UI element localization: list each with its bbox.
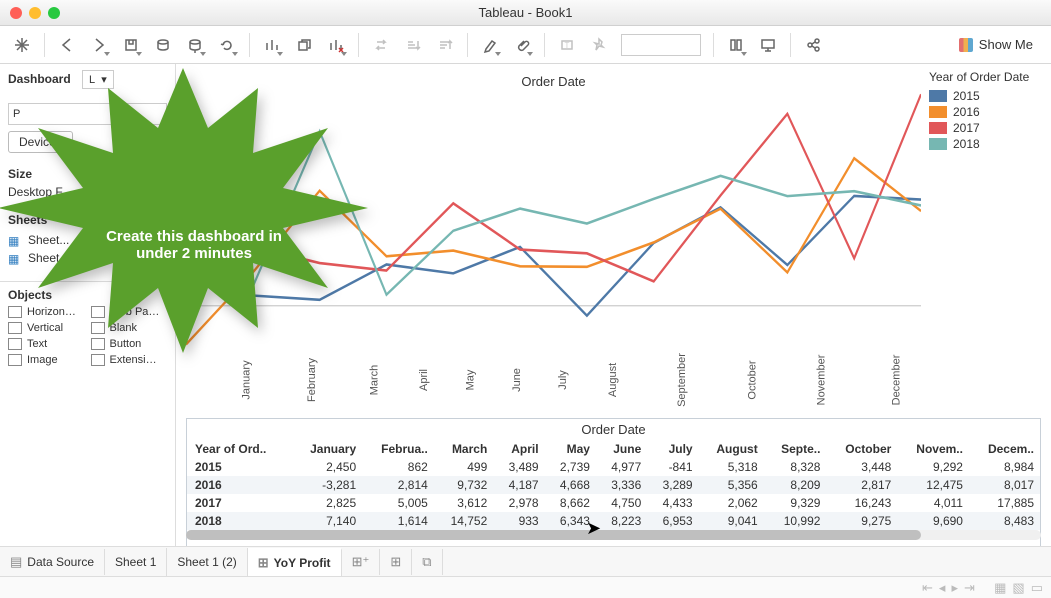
- legend-item[interactable]: 2016: [929, 104, 1047, 120]
- forward-icon[interactable]: [85, 31, 113, 59]
- x-tick-label: October: [707, 360, 755, 399]
- sort-desc-icon[interactable]: [431, 31, 459, 59]
- horizontal-scrollbar[interactable]: [186, 530, 1041, 540]
- x-tick-label: April: [379, 369, 427, 391]
- table-col-header: Februa..: [362, 440, 434, 458]
- data-source-tab[interactable]: ▤Data Source: [0, 549, 105, 575]
- table-col-header: Novem..: [897, 440, 969, 458]
- statusbar: ⇤ ◂ ▸ ⇥ ▦ ▧ ▭: [0, 576, 1051, 598]
- new-data-icon[interactable]: [149, 31, 177, 59]
- nav-first-icon[interactable]: ⇤: [922, 580, 933, 596]
- autoupdate-icon[interactable]: [181, 31, 209, 59]
- back-icon[interactable]: [53, 31, 81, 59]
- table-row[interactable]: 20172,8255,0053,6122,9788,6624,7504,4332…: [187, 494, 1040, 512]
- window-title: Tableau - Book1: [0, 5, 1051, 20]
- sheet-tab[interactable]: Sheet 1: [105, 548, 167, 576]
- x-tick-label: November: [777, 355, 825, 406]
- show-me-label: Show Me: [979, 37, 1033, 52]
- x-tick-label: August: [568, 363, 616, 397]
- x-tick-label: May: [425, 370, 473, 391]
- table-col-header: Septe..: [764, 440, 827, 458]
- table-col-header: March: [434, 440, 493, 458]
- view-film-icon[interactable]: ▭: [1031, 580, 1043, 596]
- titlebar: Tableau - Book1: [0, 0, 1051, 26]
- legend-swatch: [929, 138, 947, 150]
- legend[interactable]: Year of Order Date 2015201620172018: [929, 70, 1047, 152]
- table-col-header: Decem..: [969, 440, 1040, 458]
- x-tick-label: July: [517, 370, 565, 390]
- table-col-header: May: [545, 440, 596, 458]
- nav-last-icon[interactable]: ⇥: [964, 580, 975, 596]
- table-rowheader: Year of Ord..: [187, 440, 291, 458]
- table-row[interactable]: 20152,4508624993,4892,7394,977-8415,3188…: [187, 458, 1040, 476]
- swap-icon[interactable]: [367, 31, 395, 59]
- show-me-button[interactable]: Show Me: [949, 33, 1043, 56]
- save-icon[interactable]: [117, 31, 145, 59]
- sheet-tab[interactable]: Sheet 1 (2): [167, 548, 247, 576]
- share-icon[interactable]: [799, 31, 827, 59]
- legend-item[interactable]: 2017: [929, 120, 1047, 136]
- view-list-icon[interactable]: ▧: [1012, 580, 1024, 596]
- nav-prev-icon[interactable]: ◂: [939, 580, 946, 596]
- duplicate-icon[interactable]: [290, 31, 318, 59]
- x-tick-label: January: [202, 360, 250, 399]
- sort-asc-icon[interactable]: [399, 31, 427, 59]
- fit-icon[interactable]: [722, 31, 750, 59]
- pin-icon[interactable]: [585, 31, 613, 59]
- x-tick-label: September: [637, 353, 685, 407]
- callout-text: Create this dashboard in under 2 minutes: [84, 228, 304, 262]
- highlight-icon[interactable]: [476, 31, 504, 59]
- view-grid-icon[interactable]: ▦: [994, 580, 1006, 596]
- data-source-icon: ▤: [10, 554, 22, 570]
- x-tick-label: March: [329, 365, 377, 396]
- table-col-header: June: [596, 440, 647, 458]
- svg-text:T: T: [565, 41, 570, 50]
- presentation-icon[interactable]: [754, 31, 782, 59]
- table-col-header: July: [647, 440, 698, 458]
- tableau-logo-icon[interactable]: [8, 31, 36, 59]
- sheet-tab[interactable]: ⊞YoY Profit: [248, 548, 342, 576]
- table-row[interactable]: 2016-3,2812,8149,7324,1874,6683,3363,289…: [187, 476, 1040, 494]
- label-icon[interactable]: T: [553, 31, 581, 59]
- nav-next-icon[interactable]: ▸: [951, 580, 958, 596]
- new-story-tab[interactable]: ⧉: [412, 549, 442, 575]
- attach-icon[interactable]: [508, 31, 536, 59]
- sheet-tabs: ▤Data Source Sheet 1Sheet 1 (2)⊞YoY Prof…: [0, 546, 1051, 576]
- table-row[interactable]: 20187,1401,61414,7529336,3438,2236,9539,…: [187, 512, 1040, 530]
- new-dashboard-tab-icon: ⊞: [390, 554, 401, 570]
- legend-swatch: [929, 122, 947, 134]
- table-col-header: April: [493, 440, 544, 458]
- table-col-header: January: [291, 440, 362, 458]
- new-story-tab-icon: ⧉: [422, 554, 431, 570]
- table-title: Order Date: [187, 419, 1040, 440]
- table-col-header: August: [699, 440, 764, 458]
- legend-title: Year of Order Date: [929, 70, 1047, 84]
- x-tick-label: December: [851, 355, 899, 406]
- crosstab[interactable]: Order Date Year of Ord..JanuaryFebrua..M…: [186, 418, 1041, 546]
- show-me-icon: [959, 38, 973, 52]
- new-worksheet-icon[interactable]: [258, 31, 286, 59]
- x-tick-label: February: [267, 358, 315, 402]
- legend-swatch: [929, 106, 947, 118]
- refresh-icon[interactable]: [213, 31, 241, 59]
- callout-starburst: Create this dashboard in under 2 minutes: [0, 58, 368, 358]
- new-dashboard-tab[interactable]: ⊞: [380, 549, 412, 575]
- dashboard-icon: ⊞: [258, 555, 269, 571]
- cursor-icon: ➤: [586, 518, 601, 539]
- new-worksheet-tab[interactable]: ⊞⁺: [342, 549, 381, 575]
- toolbar-input[interactable]: [621, 34, 701, 56]
- clear-icon[interactable]: [322, 31, 350, 59]
- table-col-header: October: [826, 440, 897, 458]
- new-worksheet-tab-icon: ⊞⁺: [352, 554, 370, 570]
- legend-item[interactable]: 2015: [929, 88, 1047, 104]
- x-tick-label: June: [471, 368, 519, 392]
- legend-swatch: [929, 90, 947, 102]
- legend-item[interactable]: 2018: [929, 136, 1047, 152]
